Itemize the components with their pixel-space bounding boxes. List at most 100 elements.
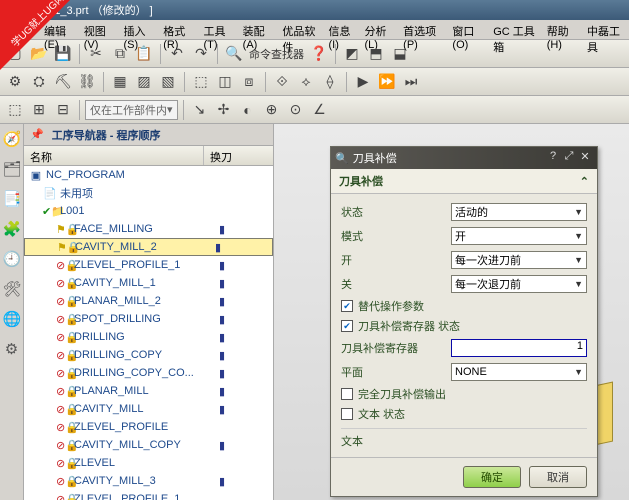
tb-misc-icon[interactable]: ◩	[341, 43, 363, 65]
tb-cut-icon[interactable]: ✂	[85, 43, 107, 65]
tb-op1-icon[interactable]: ⚙	[4, 71, 26, 93]
register-label: 刀具补偿寄存器	[341, 340, 451, 356]
tb-op2-icon[interactable]: ⛭	[28, 71, 50, 93]
tb-sel2-icon[interactable]: ⊞	[28, 99, 50, 121]
register-status-checkbox[interactable]: ✔刀具补偿寄存器 状态	[341, 316, 587, 336]
menu-item[interactable]: 工具(T)	[199, 20, 238, 39]
tree-row[interactable]: ✔📁L001	[24, 202, 273, 220]
dialog-title: 刀具补偿	[353, 150, 397, 166]
menu-item[interactable]: 窗口(O)	[448, 20, 489, 39]
strip-layer-icon[interactable]: 📑	[3, 190, 21, 208]
menu-item[interactable]: 优品软件	[278, 20, 324, 39]
dialog-section-header[interactable]: 刀具补偿⌃	[331, 169, 597, 194]
text-status-checkbox[interactable]: 文本 状态	[341, 404, 587, 424]
cancel-button[interactable]: 取消	[529, 466, 587, 488]
on-select[interactable]: 每一次进刀前▼	[451, 251, 587, 269]
pin-icon[interactable]: 📌	[30, 128, 44, 141]
tb-c2-icon[interactable]: ✢	[213, 99, 235, 121]
tb-misc3-icon[interactable]: ⬓	[389, 43, 411, 65]
strip-tool-icon[interactable]: 🛠	[3, 280, 21, 298]
strip-web-icon[interactable]: 🌐	[3, 310, 21, 328]
full-output-checkbox[interactable]: 完全刀具补偿输出	[341, 384, 587, 404]
tb-c3-icon[interactable]: ◐	[237, 99, 259, 121]
strip-hist-icon[interactable]: 🕘	[3, 250, 21, 268]
tb-op15-icon[interactable]: ⏩	[376, 71, 398, 93]
strip-part-icon[interactable]: 🗂	[3, 160, 21, 178]
tb-c1-icon[interactable]: ↘	[189, 99, 211, 121]
tb-c6-icon[interactable]: ∠	[309, 99, 331, 121]
tree-row[interactable]: ⊘🔒ZLEVEL_PROFILE_1▮	[24, 256, 273, 274]
tree-row[interactable]: ⊘🔒CAVITY_MILL▮	[24, 400, 273, 418]
tb-op8-icon[interactable]: ⬚	[190, 71, 212, 93]
menu-item[interactable]: 分析(L)	[361, 20, 400, 39]
tree-row[interactable]: ⊘🔒DRILLING_COPY_CO...▮	[24, 364, 273, 382]
tree-row[interactable]: ⊘🔒DRILLING▮	[24, 328, 273, 346]
tree-row[interactable]: ⊘🔒ZLEVEL	[24, 454, 273, 472]
tree-row[interactable]: ⊘🔒DRILLING_COPY▮	[24, 346, 273, 364]
tree-row[interactable]: ⊘🔒CAVITY_MILL_COPY▮	[24, 436, 273, 454]
tb-help-icon[interactable]: ❓	[308, 43, 330, 65]
menu-item[interactable]: 插入(S)	[119, 20, 159, 39]
tb-op9-icon[interactable]: ◫	[214, 71, 236, 93]
menu-item[interactable]: 中磊工具	[583, 20, 629, 39]
override-params-checkbox[interactable]: ✔替代操作参数	[341, 296, 587, 316]
tb-op12-icon[interactable]: ⟡	[295, 71, 317, 93]
col-name[interactable]: 名称	[24, 146, 204, 165]
dialog-close-icon[interactable]: ✕	[577, 150, 593, 166]
tree-row[interactable]: ⚑🔒FACE_MILLING▮	[24, 220, 273, 238]
tb-op13-icon[interactable]: ⟠	[319, 71, 341, 93]
tb-op16-icon[interactable]: ⏭	[400, 71, 422, 93]
dialog-help-icon[interactable]: ?	[545, 150, 561, 166]
tb-op5-icon[interactable]: ▦	[109, 71, 131, 93]
tree-row[interactable]: ⊘🔒ZLEVEL_PROFILE	[24, 418, 273, 436]
program-tree[interactable]: ▣NC_PROGRAM📄未用项✔📁L001⚑🔒FACE_MILLING▮⚑🔒CA…	[24, 166, 273, 500]
menu-item[interactable]: 装配(A)	[239, 20, 279, 39]
tb-paste-icon[interactable]: 📋	[133, 43, 155, 65]
tb-copy-icon[interactable]: ⧉	[109, 43, 131, 65]
tree-row[interactable]: ⊘🔒SPOT_DRILLING▮	[24, 310, 273, 328]
menu-item[interactable]: 视图(V)	[80, 20, 120, 39]
tb-c4-icon[interactable]: ⊕	[261, 99, 283, 121]
tree-row[interactable]: ⊘🔒PLANAR_MILL_2▮	[24, 292, 273, 310]
tb-op6-icon[interactable]: ▨	[133, 71, 155, 93]
tree-row[interactable]: ⊘🔒CAVITY_MILL_1▮	[24, 274, 273, 292]
menu-item[interactable]: 格式(R)	[159, 20, 199, 39]
tree-row[interactable]: ⊘🔒PLANAR_MILL▮	[24, 382, 273, 400]
ok-button[interactable]: 确定	[463, 466, 521, 488]
menu-item[interactable]: 信息(I)	[324, 20, 360, 39]
col-tool[interactable]: 换刀	[204, 146, 273, 165]
menu-item[interactable]: 首选项(P)	[399, 20, 448, 39]
tree-row[interactable]: 📄未用项	[24, 184, 273, 202]
status-select[interactable]: 活动的▼	[451, 203, 587, 221]
tb-op11-icon[interactable]: ⟐	[271, 71, 293, 93]
dialog-maximize-icon[interactable]: ⤢	[561, 150, 577, 166]
tree-row[interactable]: ⊘🔒CAVITY_MILL_3▮	[24, 472, 273, 490]
tb-op14-icon[interactable]: ▶	[352, 71, 374, 93]
tree-row[interactable]: ▣NC_PROGRAM	[24, 166, 273, 184]
tb-op4-icon[interactable]: ⛓	[76, 71, 98, 93]
row-toolchange-mark: ▮	[215, 223, 273, 236]
strip-nav-icon[interactable]: 🧭	[3, 130, 21, 148]
tb-sel3-icon[interactable]: ⊟	[52, 99, 74, 121]
strip-set-icon[interactable]: ⚙	[3, 340, 21, 358]
tree-row[interactable]: ⊘🔒ZLEVEL_PROFILE_1...	[24, 490, 273, 500]
plane-select[interactable]: NONE▼	[451, 363, 587, 381]
strip-obj-icon[interactable]: 🧩	[3, 220, 21, 238]
mode-select[interactable]: 开▼	[451, 227, 587, 245]
tb-c5-icon[interactable]: ⊙	[285, 99, 307, 121]
tree-row[interactable]: ⚑🔒CAVITY_MILL_2▮	[24, 238, 273, 256]
tb-op7-icon[interactable]: ▧	[157, 71, 179, 93]
tb-undo-icon[interactable]: ↶	[166, 43, 188, 65]
tb-search-icon[interactable]: 🔍	[223, 43, 245, 65]
tb-misc2-icon[interactable]: ⬒	[365, 43, 387, 65]
filter-combo[interactable]: 仅在工作部件内▾	[85, 100, 178, 120]
tb-redo-icon[interactable]: ↷	[190, 43, 212, 65]
register-input[interactable]: 1	[451, 339, 587, 357]
tb-op10-icon[interactable]: ⧈	[238, 71, 260, 93]
dialog-titlebar[interactable]: 🔍 刀具补偿 ? ⤢ ✕	[331, 147, 597, 169]
off-select[interactable]: 每一次退刀前▼	[451, 275, 587, 293]
tb-op3-icon[interactable]: ⛏	[52, 71, 74, 93]
menu-item[interactable]: GC 工具箱	[489, 20, 542, 39]
tb-sel1-icon[interactable]: ⬚	[4, 99, 26, 121]
menu-item[interactable]: 帮助(H)	[543, 20, 583, 39]
